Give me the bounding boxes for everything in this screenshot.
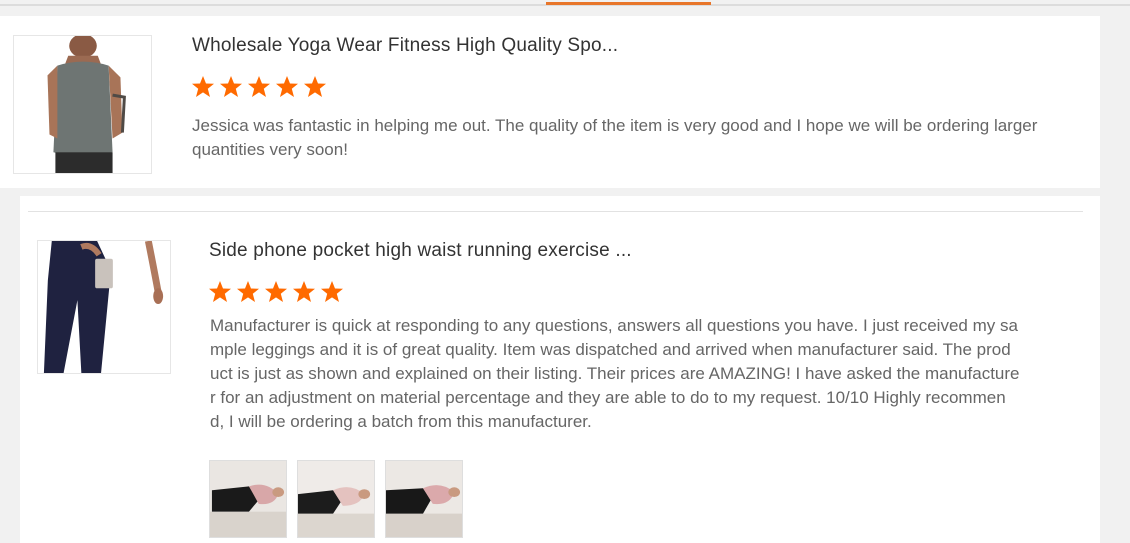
review-photo[interactable] — [209, 460, 287, 538]
review-photo[interactable] — [297, 460, 375, 538]
star-icon — [248, 76, 270, 97]
star-icon — [192, 76, 214, 97]
star-icon — [220, 76, 242, 97]
product-thumbnail[interactable] — [37, 240, 171, 374]
review-photo-icon — [298, 461, 374, 537]
review-text-line: r for an adjustment on material percenta… — [210, 388, 1006, 407]
review-divider — [28, 211, 1083, 212]
product-thumbnail[interactable] — [13, 35, 152, 174]
star-icon — [321, 281, 343, 302]
leggings-icon — [38, 241, 170, 373]
review-photo-icon — [210, 461, 286, 537]
product-title[interactable]: Side phone pocket high waist running exe… — [209, 240, 632, 262]
review-text-line: uct is just as shown and explained on th… — [210, 364, 1020, 383]
review-text: Jessica was fantastic in helping me out.… — [192, 116, 1038, 159]
review-photo[interactable] — [385, 460, 463, 538]
star-icon — [293, 281, 315, 302]
review-text-line: Manufacturer is quick at responding to a… — [210, 316, 1018, 335]
tank-top-icon — [14, 36, 151, 173]
review-text-line: mple leggings and it is of great quality… — [210, 340, 1011, 359]
star-rating — [208, 280, 344, 303]
star-icon — [209, 281, 231, 302]
product-title[interactable]: Wholesale Yoga Wear Fitness High Quality… — [192, 35, 618, 57]
star-rating — [191, 75, 327, 98]
active-tab-indicator — [546, 2, 711, 5]
star-icon — [237, 281, 259, 302]
review-photo-icon — [386, 461, 462, 537]
star-icon — [304, 76, 326, 97]
star-icon — [265, 281, 287, 302]
review-text: Manufacturer is quick at responding to a… — [210, 314, 1080, 434]
review-text-line: d, I will be ordering a batch from this … — [210, 412, 592, 431]
star-icon — [276, 76, 298, 97]
